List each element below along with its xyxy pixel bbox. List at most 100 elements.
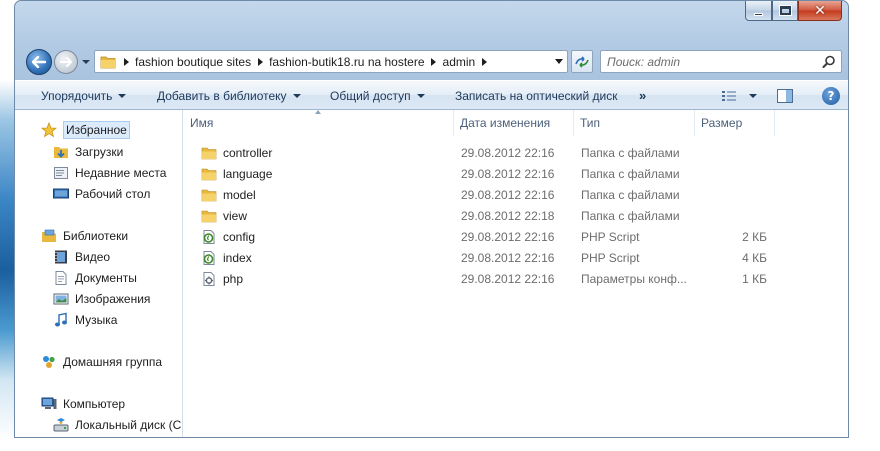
address-history-dropdown-icon[interactable] <box>555 59 563 64</box>
search-input[interactable] <box>607 53 812 70</box>
navigation-row: fashion boutique sites fashion-butik18.r… <box>15 45 848 77</box>
column-header-date[interactable]: Дата изменения <box>454 110 574 136</box>
column-header-label: Имя <box>190 116 214 130</box>
sidebar-item-desktop[interactable]: Рабочий стол <box>53 184 150 204</box>
file-type: Папка с файлами <box>581 166 680 181</box>
sidebar-item-libraries[interactable]: Библиотеки <box>41 226 128 246</box>
downloads-folder-icon <box>53 144 69 160</box>
column-header-type[interactable]: Тип <box>574 110 695 136</box>
sidebar-item-label: Домашняя группа <box>63 355 163 369</box>
folder-icon <box>100 56 116 69</box>
sidebar-item-label: Избранное <box>63 121 130 139</box>
breadcrumb-separator-icon[interactable] <box>477 51 491 72</box>
file-date: 29.08.2012 22:16 <box>461 187 555 202</box>
folder-icon <box>201 208 217 224</box>
change-view-button[interactable] <box>721 88 757 104</box>
breadcrumb-item[interactable]: fashion-butik18.ru na hostere <box>267 55 426 69</box>
details-view-icon <box>722 91 736 101</box>
file-type: Параметры конф... <box>581 271 687 286</box>
file-name: model <box>223 187 256 202</box>
minimize-icon <box>754 12 763 16</box>
breadcrumb-separator-icon[interactable] <box>427 51 441 72</box>
help-button[interactable]: ? <box>822 87 840 105</box>
config-file-icon <box>201 271 217 287</box>
organize-label: Упорядочить <box>41 88 113 103</box>
chevron-down-icon <box>118 93 127 98</box>
column-header-name[interactable]: Имя <box>184 110 454 136</box>
sidebar-item-label: Музыка <box>75 313 118 327</box>
file-type: Папка с файлами <box>581 187 680 202</box>
caption-buttons: ✕ <box>745 1 842 21</box>
column-header-size[interactable]: Размер <box>695 110 775 136</box>
table-row[interactable]: language 29.08.2012 22:16 Папка с файлам… <box>184 163 804 184</box>
sidebar-item-label: Загрузки <box>75 145 124 159</box>
sidebar-item-computer[interactable]: Компьютер <box>41 394 125 414</box>
refresh-button[interactable] <box>571 50 593 73</box>
sidebar-item-recent-places[interactable]: Недавние места <box>53 163 166 183</box>
homegroup-icon <box>41 354 57 370</box>
organize-button[interactable]: Упорядочить <box>41 81 127 110</box>
breadcrumb-separator-icon[interactable] <box>119 51 133 72</box>
refresh-icon <box>575 55 589 68</box>
breadcrumb-separator-icon[interactable] <box>253 51 267 72</box>
recent-pages-dropdown-icon[interactable] <box>81 57 91 67</box>
file-name-cell: language <box>201 166 272 182</box>
preview-pane-button[interactable] <box>777 88 793 104</box>
back-arrow-icon <box>32 56 46 68</box>
sidebar-item-documents[interactable]: Документы <box>53 268 137 288</box>
table-row[interactable]: view 29.08.2012 22:18 Папка с файлами <box>184 205 804 226</box>
file-name-cell: php <box>201 271 243 287</box>
file-date: 29.08.2012 22:16 <box>461 271 555 286</box>
address-bar[interactable]: fashion boutique sites fashion-butik18.r… <box>94 50 568 73</box>
php-script-icon <box>201 250 217 266</box>
php-script-icon <box>201 229 217 245</box>
file-type: Папка с файлами <box>581 208 680 223</box>
sidebar-item-videos[interactable]: Видео <box>53 247 110 267</box>
burn-label: Записать на оптический диск <box>455 88 618 103</box>
file-name-cell: config <box>201 229 255 245</box>
table-row[interactable]: config 29.08.2012 22:16 PHP Script 2 КБ <box>184 226 804 247</box>
more-commands-button[interactable]: » <box>639 81 646 110</box>
file-size: 2 КБ <box>742 229 767 244</box>
breadcrumb-item[interactable]: admin <box>441 55 478 69</box>
forward-button[interactable] <box>54 50 78 74</box>
search-field[interactable] <box>600 50 842 73</box>
share-button[interactable]: Общий доступ <box>330 81 425 110</box>
close-button[interactable]: ✕ <box>798 1 842 21</box>
table-row[interactable]: php 29.08.2012 22:16 Параметры конф... 1… <box>184 268 804 289</box>
file-name-cell: view <box>201 208 247 224</box>
sidebar-item-homegroup[interactable]: Домашняя группа <box>41 352 162 372</box>
table-row[interactable]: index 29.08.2012 22:16 PHP Script 4 КБ <box>184 247 804 268</box>
sidebar-item-music[interactable]: Музыка <box>53 310 117 330</box>
sidebar-item-favorites[interactable]: Избранное <box>41 120 130 140</box>
column-header-label: Тип <box>580 116 601 130</box>
breadcrumb-item[interactable]: fashion boutique sites <box>133 55 253 69</box>
folder-icon <box>201 166 217 182</box>
sidebar-item-downloads[interactable]: Загрузки <box>53 142 123 162</box>
breadcrumb: fashion boutique sites fashion-butik18.r… <box>119 51 491 72</box>
add-to-library-button[interactable]: Добавить в библиотеку <box>157 81 301 110</box>
table-row[interactable]: controller 29.08.2012 22:16 Папка с файл… <box>184 142 804 163</box>
file-name-cell: model <box>201 187 256 203</box>
table-row[interactable]: model 29.08.2012 22:16 Папка с файлами <box>184 184 804 205</box>
file-name: controller <box>223 145 273 160</box>
column-header-label: Дата изменения <box>460 116 551 130</box>
minimize-button[interactable] <box>745 1 772 21</box>
file-name: index <box>223 250 252 265</box>
folder-icon <box>201 187 217 203</box>
sidebar-item-pictures[interactable]: Изображения <box>53 289 150 309</box>
sidebar-item-label: Локальный диск (C <box>75 418 182 432</box>
maximize-button[interactable] <box>772 1 798 21</box>
recent-places-icon <box>53 165 69 181</box>
sidebar-item-label: Библиотеки <box>63 229 129 243</box>
burn-to-disc-button[interactable]: Записать на оптический диск <box>455 81 618 110</box>
file-date: 29.08.2012 22:16 <box>461 229 555 244</box>
back-button[interactable] <box>26 49 52 75</box>
file-size: 1 КБ <box>742 271 767 286</box>
search-icon[interactable] <box>822 55 836 69</box>
video-icon <box>53 249 69 265</box>
content-area: Избранное Загрузки Недавние места Рабочи… <box>15 110 848 437</box>
libraries-icon <box>41 228 57 244</box>
sidebar-item-local-disk[interactable]: Локальный диск (C <box>53 415 181 435</box>
file-name: view <box>223 208 248 223</box>
